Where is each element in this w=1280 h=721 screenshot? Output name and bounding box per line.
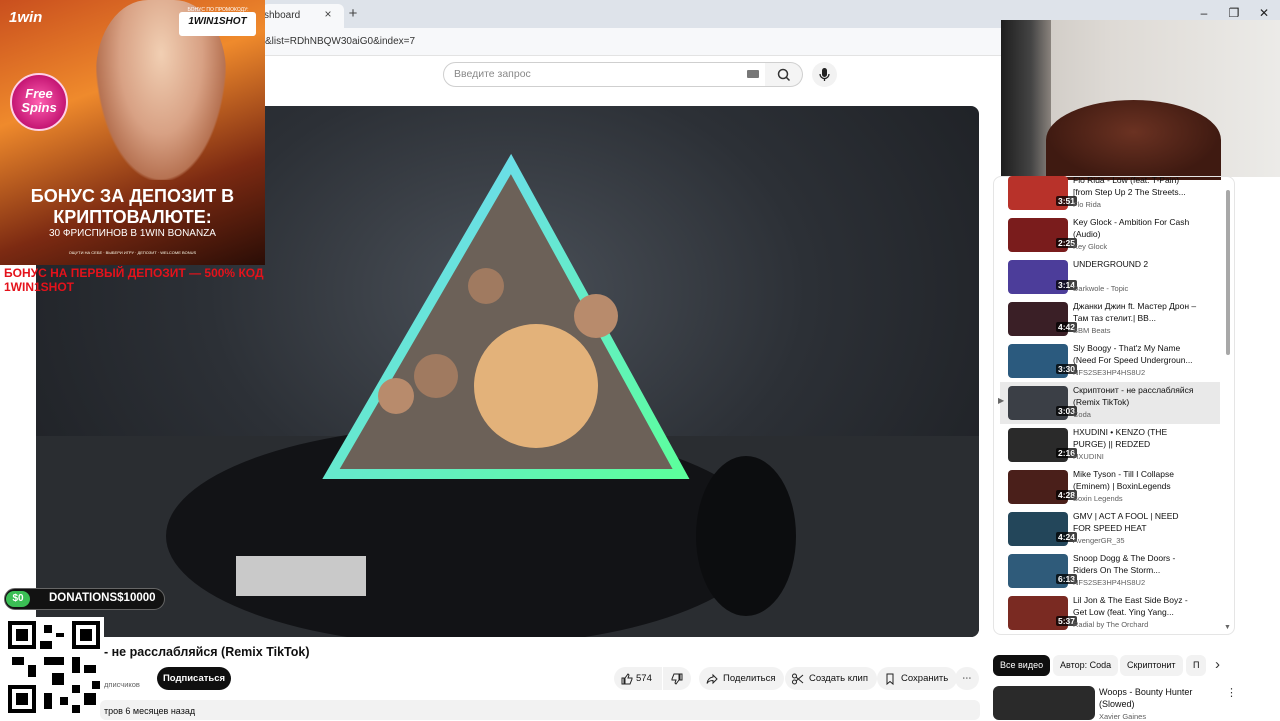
chip-artist[interactable]: Скриптонит bbox=[1120, 655, 1183, 676]
chip-all-videos[interactable]: Все видео bbox=[993, 655, 1051, 676]
subscribe-button[interactable]: Подписаться bbox=[157, 667, 231, 690]
ad-red-text: БОНУС НА ПЕРВЫЙ ДЕПОЗИТ — 500% КОД 1WIN1… bbox=[4, 266, 264, 294]
playlist-channel[interactable]: Radial by The Orchard bbox=[1073, 620, 1198, 629]
url-text[interactable]: &list=RDhNBQW30aiG0&index=7 bbox=[265, 36, 415, 47]
playlist-channel[interactable]: HXUDINI bbox=[1073, 452, 1198, 461]
playlist-title[interactable]: Sly Boogy - That'z My Name (Need For Spe… bbox=[1073, 342, 1198, 366]
dislike-icon bbox=[671, 673, 683, 685]
playlist-item[interactable]: 4:28 Mike Tyson - Till I Collapse (Eminem… bbox=[1000, 468, 1220, 510]
playlist-item[interactable]: 4:42 Джанки Джин ft. Мастер Дрон – Там та… bbox=[1000, 300, 1220, 342]
now-playing-icon: ▶ bbox=[998, 396, 1005, 405]
playlist-channel[interactable]: NFS2SE3HP4HS8U2 bbox=[1073, 578, 1198, 587]
share-icon bbox=[706, 673, 718, 685]
ad-headline: БОНУС ЗА ДЕПОЗИТ В КРИПТОВАЛЮТЕ: bbox=[30, 186, 235, 227]
donation-current: $0 bbox=[6, 591, 30, 607]
playlist-scrollbar[interactable] bbox=[1226, 190, 1230, 355]
rec-title[interactable]: Woops - Bounty Hunter (Slowed) bbox=[1099, 686, 1209, 710]
ad-free-spins-badge: Free Spins bbox=[10, 73, 68, 131]
playlist-thumbnail[interactable]: 2:16 bbox=[1008, 428, 1078, 462]
playlist-title[interactable]: Mike Tyson - Till I Collapse (Eminem) | … bbox=[1073, 468, 1198, 492]
playlist-channel[interactable]: AvengerGR_35 bbox=[1073, 536, 1198, 545]
playlist-item[interactable]: 2:16 HXUDINI • KENZO (THE PURGE) || REDZE… bbox=[1000, 426, 1220, 468]
search-button[interactable] bbox=[765, 62, 803, 87]
playlist-thumbnail[interactable]: 2:25 bbox=[1008, 218, 1078, 252]
bookmark-icon bbox=[886, 673, 894, 686]
playlist-thumbnail[interactable]: 3:30 bbox=[1008, 344, 1078, 378]
description-box[interactable] bbox=[100, 700, 980, 720]
playlist-item[interactable]: 3:30 Sly Boogy - That'z My Name (Need For… bbox=[1000, 342, 1220, 384]
playlist-title[interactable]: GMV | ACT A FOOL | NEED FOR SPEED HEAT bbox=[1073, 510, 1198, 534]
playlist-item[interactable]: 4:24 GMV | ACT A FOOL | NEED FOR SPEED HE… bbox=[1000, 510, 1220, 552]
playlist-item[interactable]: 3:14 UNDERGROUND 2 Darkwole - Topic bbox=[1000, 258, 1220, 300]
playlist-channel[interactable]: Coda bbox=[1073, 410, 1198, 419]
playlist-title[interactable]: Flo Rida - Low (feat. T-Pain) [from Step… bbox=[1073, 174, 1198, 198]
ad-steps: ОЩУТИ НА СЕБЕ · ВЫБЕРИ ИГРУ · ДЕПОЗИТ · … bbox=[68, 250, 197, 255]
chip-author[interactable]: Автор: Coda bbox=[1053, 655, 1119, 676]
chip-more[interactable]: П bbox=[1186, 655, 1207, 676]
qr-code bbox=[4, 617, 104, 717]
playlist-thumbnail[interactable]: 6:13 bbox=[1008, 554, 1078, 588]
playlist-thumbnail[interactable]: 4:42 bbox=[1008, 302, 1078, 336]
playlist-channel[interactable]: Key Glock bbox=[1073, 242, 1198, 251]
save-label: Сохранить bbox=[901, 673, 949, 684]
tab-close-icon[interactable]: × bbox=[320, 6, 336, 22]
playlist-thumbnail[interactable]: 4:28 bbox=[1008, 470, 1078, 504]
search-icon bbox=[777, 68, 791, 82]
new-tab-icon[interactable]: + bbox=[344, 5, 362, 23]
chips-next-icon[interactable]: › bbox=[1215, 656, 1220, 673]
scroll-down-icon[interactable]: ▼ bbox=[1224, 624, 1231, 631]
like-count: 574 bbox=[636, 673, 652, 684]
keyboard-icon[interactable] bbox=[747, 70, 759, 78]
like-icon bbox=[621, 673, 633, 685]
playlist-channel[interactable]: Flo Rida bbox=[1073, 200, 1198, 209]
views-and-date: тров 6 месяцев назад bbox=[104, 706, 196, 716]
playlist-channel[interactable]: NFS2SE3HP4HS8U2 bbox=[1073, 368, 1198, 377]
playlist-thumbnail[interactable]: 3:14 bbox=[1008, 260, 1078, 294]
playlist-item[interactable]: 3:51 Flo Rida - Low (feat. T-Pain) [from … bbox=[1000, 174, 1220, 216]
tab-title: shboard bbox=[264, 10, 301, 21]
playlist-title[interactable]: HXUDINI • KENZO (THE PURGE) || REDZED bbox=[1073, 426, 1198, 450]
subscriber-count: дписчиков bbox=[104, 680, 140, 689]
playlist-thumbnail[interactable]: 3:51 bbox=[1008, 176, 1078, 210]
playlist-title[interactable]: Джанки Джин ft. Мастер Дрон – Там таз ст… bbox=[1073, 300, 1198, 324]
playlist-item[interactable]: 5:37 Lil Jon & The East Side Boyz - Get L… bbox=[1000, 594, 1220, 636]
qr-code-image bbox=[8, 621, 100, 713]
playlist-item[interactable]: 3:03 Скриптонит - не расслабляйся (Remix … bbox=[1000, 382, 1220, 424]
playlist-item[interactable]: 6:13 Snoop Dogg & The Doors - Riders On T… bbox=[1000, 552, 1220, 594]
rec-menu-icon[interactable]: ⋮ bbox=[1226, 686, 1237, 699]
rec-thumbnail[interactable] bbox=[993, 686, 1095, 720]
playlist-title[interactable]: Key Glock - Ambition For Cash (Audio) bbox=[1073, 216, 1198, 240]
webcam-chair bbox=[1046, 100, 1221, 180]
voice-search-button[interactable] bbox=[812, 62, 837, 87]
playlist-channel[interactable]: BBM Beats bbox=[1073, 326, 1198, 335]
webcam-person bbox=[1001, 20, 1051, 177]
search-input[interactable]: Введите запрос bbox=[443, 62, 766, 87]
playlist-title[interactable]: Скриптонит - не расслабляйся (Remix TikT… bbox=[1073, 384, 1198, 408]
playlist-thumbnail[interactable]: 5:37 bbox=[1008, 596, 1078, 630]
ad-logo: 1win bbox=[9, 9, 43, 26]
video-title: - не расслабляйся (Remix TikTok) bbox=[104, 645, 310, 659]
playlist-title[interactable]: Lil Jon & The East Side Boyz - Get Low (… bbox=[1073, 594, 1198, 618]
playlist-thumbnail[interactable]: 4:24 bbox=[1008, 512, 1078, 546]
playlist-item[interactable]: 2:25 Key Glock - Ambition For Cash (Audio… bbox=[1000, 216, 1220, 258]
donation-goal: DONATIONS$10000 bbox=[49, 592, 156, 604]
playlist-title[interactable]: UNDERGROUND 2 bbox=[1073, 258, 1198, 270]
scissors-icon bbox=[792, 673, 804, 685]
playlist-channel[interactable]: Boxin Legends bbox=[1073, 494, 1198, 503]
more-actions-icon[interactable]: ⋯ bbox=[955, 667, 979, 690]
ad-subheadline: 30 ФРИСПИНОВ В 1WIN BONANZA bbox=[49, 228, 216, 239]
playlist-thumbnail[interactable]: 3:03 bbox=[1008, 386, 1078, 420]
playlist-title[interactable]: Snoop Dogg & The Doors - Riders On The S… bbox=[1073, 552, 1198, 576]
playlist-channel[interactable]: Darkwole - Topic bbox=[1073, 284, 1198, 293]
share-label: Поделиться bbox=[723, 673, 776, 684]
mic-icon bbox=[819, 68, 830, 81]
ad-promo-code: 1WIN1SHOT bbox=[188, 16, 247, 27]
clip-label: Создать клип bbox=[809, 673, 868, 684]
